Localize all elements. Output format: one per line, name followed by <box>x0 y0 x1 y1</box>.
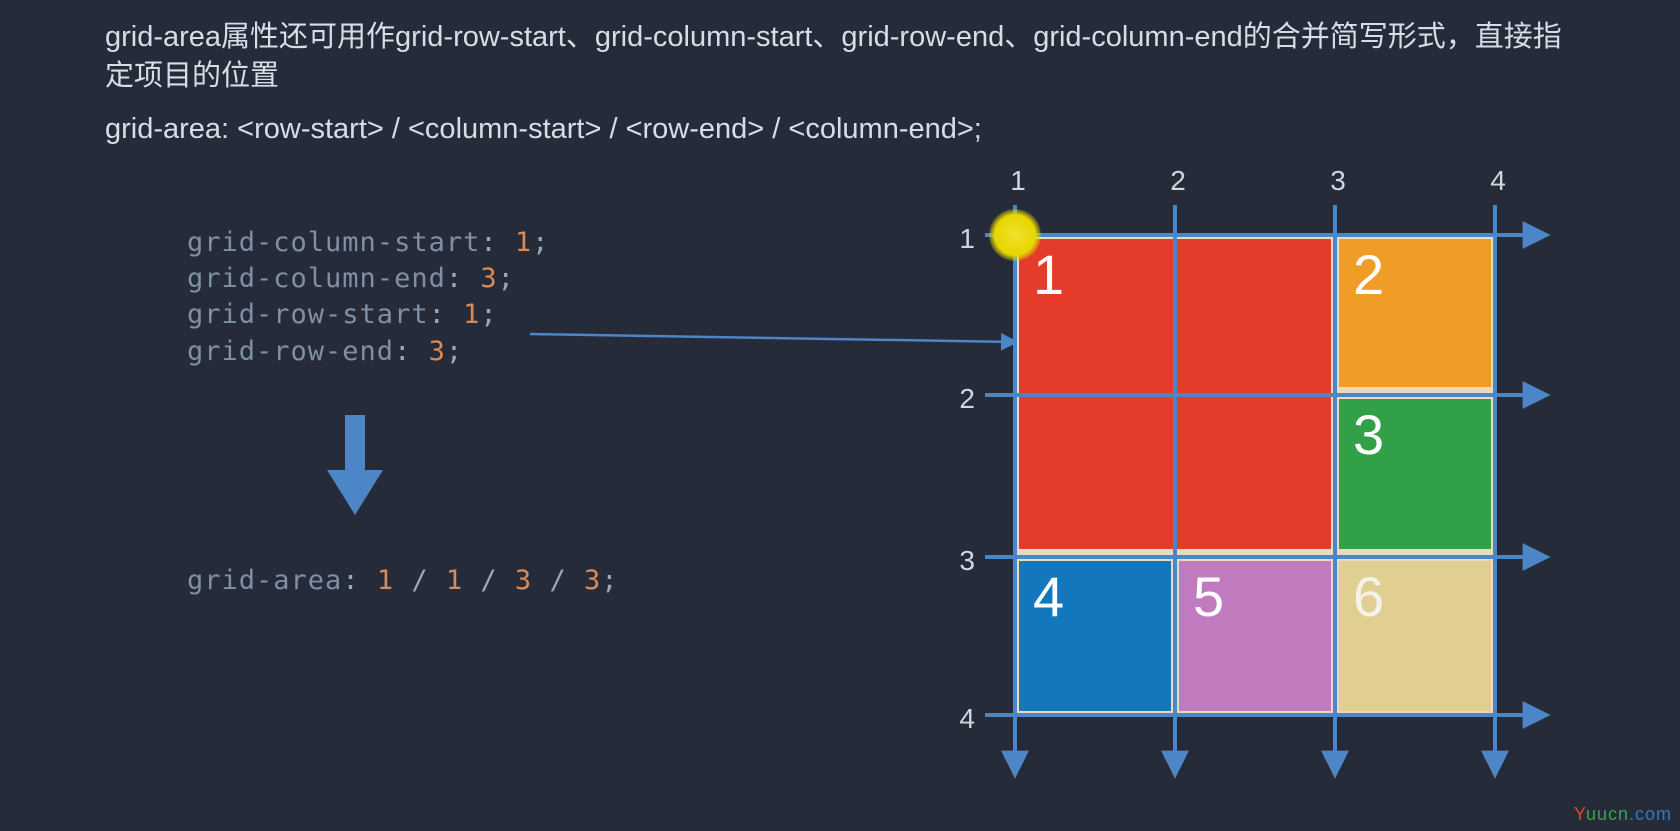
grid-diagram: 1 2 3 4 1 2 3 4 1 2 3 4 5 6 <box>945 165 1575 785</box>
description-paragraph-1: grid-area属性还可用作grid-row-start、grid-colum… <box>105 18 1585 96</box>
watermark-uucn: uucn <box>1586 804 1629 824</box>
description-paragraph-2: grid-area: <row-start> / <column-start> … <box>105 110 1585 149</box>
down-arrow-icon <box>325 415 385 520</box>
watermark-y: Y <box>1574 804 1586 824</box>
watermark-com: .com <box>1629 804 1672 824</box>
watermark-text: Yuucn.com <box>1574 804 1672 825</box>
code-shorthand: grid-area: 1 / 1 / 3 / 3; <box>187 565 619 596</box>
slide-page: grid-area属性还可用作grid-row-start、grid-colum… <box>0 0 1680 831</box>
code-longhand: grid-column-start: 1;grid-column-end: 3;… <box>187 225 549 370</box>
grid-lines-svg <box>945 165 1575 795</box>
